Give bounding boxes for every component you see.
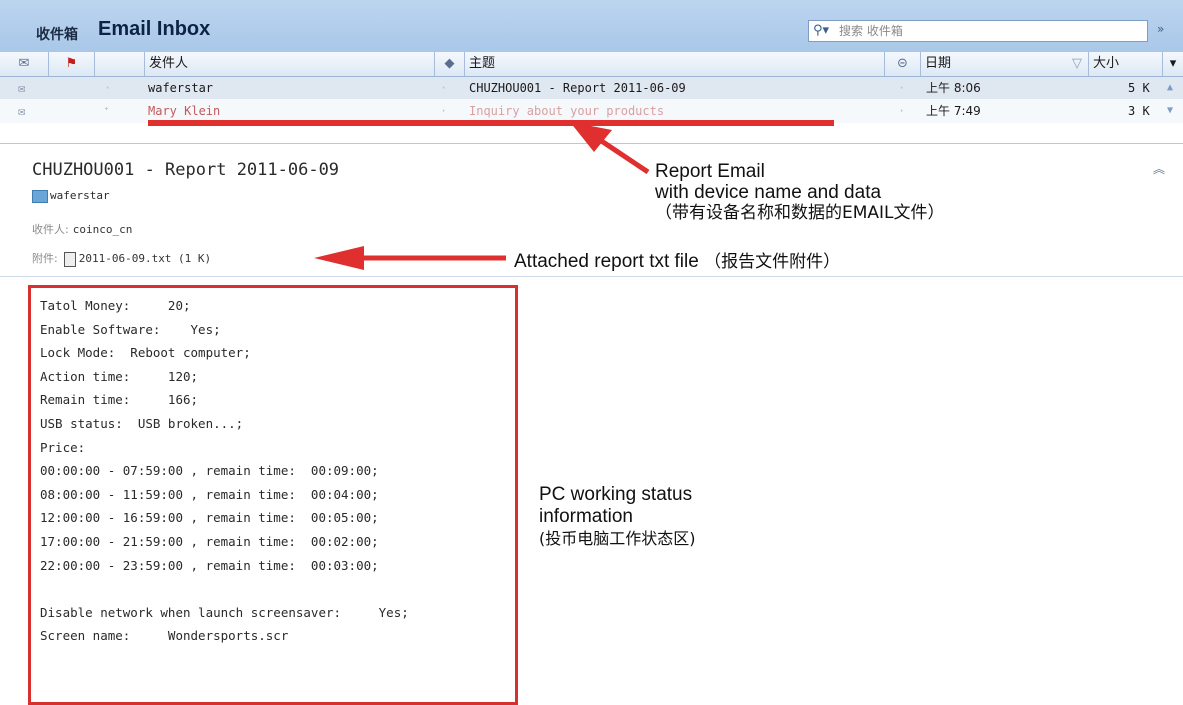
- annotation-arrows: [314, 122, 650, 270]
- arrow-report-line: [598, 137, 650, 175]
- arrow-attachment-head: [314, 246, 364, 270]
- arrow-report-head: [570, 122, 612, 152]
